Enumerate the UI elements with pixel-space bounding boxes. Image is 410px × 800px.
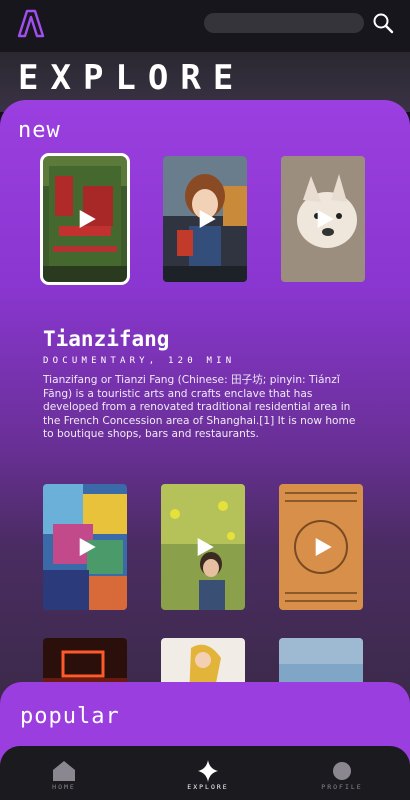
detail-meta: DOCUMENTARY, 120 MIN [43,356,236,366]
letter-a-logo-icon[interactable] [16,8,46,38]
section-label-new: new [18,118,61,143]
search-input[interactable] [204,13,364,33]
nav-label-profile: PROFILE [321,783,363,791]
nav-label-home: HOME [52,783,76,791]
thumb-text-poster[interactable] [279,484,363,610]
profile-circle-icon [333,762,351,780]
play-icon [79,538,96,556]
thumb-abstract-portrait[interactable] [43,484,127,610]
nav-item-profile[interactable]: PROFILE [302,746,382,800]
bottom-nav: HOME EXPLORE PROFILE [0,746,410,800]
detail-description: Tianzifang or Tianzi Fang (Chinese: 田子坊;… [43,374,356,441]
search-icon[interactable] [372,12,394,34]
thumb-french-bulldog[interactable] [281,156,365,282]
thumb-anime-girl[interactable] [163,156,247,282]
section-label-popular: popular [20,704,120,729]
play-icon [315,538,332,556]
play-icon [79,210,96,228]
nav-item-explore[interactable]: EXPLORE [168,746,248,800]
play-icon [317,210,334,228]
nav-label-explore: EXPLORE [187,783,229,791]
page-title: EXPLORE [18,58,246,98]
top-bar [0,0,410,52]
detail-title: Tianzifang [43,327,170,351]
sparkle-icon [198,760,218,782]
thumb-tianzifang-gate[interactable] [40,153,130,285]
play-icon [197,538,214,556]
play-icon [199,210,216,228]
nav-item-home[interactable]: HOME [24,746,104,800]
home-icon [53,761,75,781]
thumb-child-in-flower-field[interactable] [161,484,245,610]
